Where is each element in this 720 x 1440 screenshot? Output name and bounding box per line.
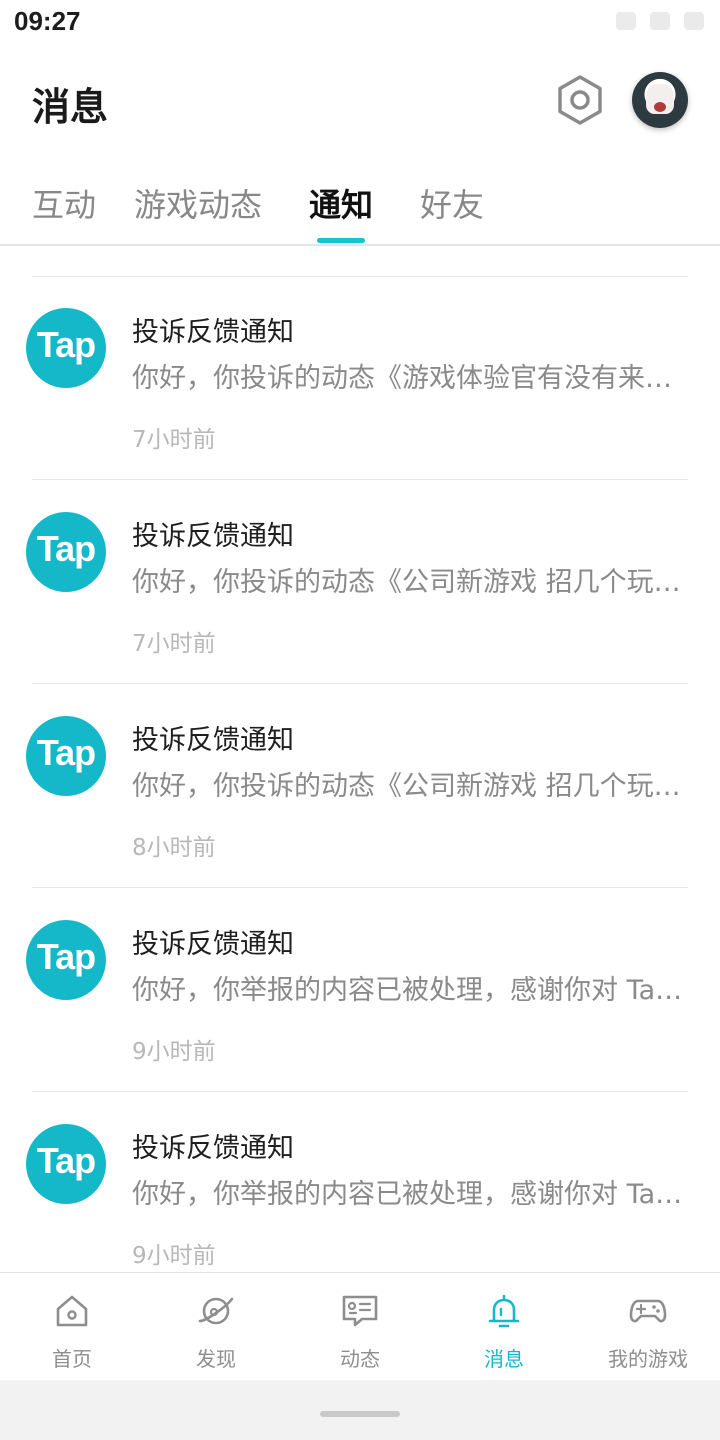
nav-messages[interactable]: 消息 [432,1273,576,1381]
notification-time: 9小时前 [132,1243,216,1269]
notification-time: 8小时前 [132,835,216,861]
nav-label: 消息 [484,1347,524,1371]
wifi-icon [650,12,670,30]
tab-game-updates[interactable]: 游戏动态 [134,180,262,226]
notification-title: 投诉反馈通知 [132,521,294,552]
tab-friends[interactable]: 好友 [420,180,484,226]
notification-item[interactable]: Tap 投诉反馈通知 你好，你投诉的动态《公司新游戏 招几个玩家体验》已被处理 … [0,480,720,684]
settings-button[interactable] [554,74,606,126]
notification-body: 你好，你投诉的动态《游戏体验官有没有来一起玩游戏的》已被处理 [132,363,688,394]
nav-label: 我的游戏 [608,1347,688,1371]
nav-label: 发现 [196,1347,236,1371]
notification-item[interactable]: Tap 投诉反馈通知 你好，你投诉的动态《公司新游戏 招几个玩家体验》已被处理 … [0,684,720,888]
feed-icon [342,1295,378,1327]
notification-item[interactable]: Tap 投诉反馈通知 你好，你举报的内容已被处理，感谢你对 TapTap 社区的… [0,888,720,1092]
avatar[interactable] [632,72,688,128]
battery-icon [684,12,704,30]
tab-bar: 互动 游戏动态 通知 好友 [0,170,720,246]
notification-item[interactable]: Tap 投诉反馈通知 你好，你举报的内容已被处理，感谢你对 TapTap 社区的… [0,1092,720,1296]
gamepad-icon [629,1299,667,1323]
notification-time: 7小时前 [132,427,216,453]
nav-feed[interactable]: 动态 [288,1273,432,1381]
tap-logo: Tap [26,1124,106,1204]
status-icons [616,12,704,30]
nav-label: 首页 [52,1347,92,1371]
page-title: 消息 [32,85,109,129]
notification-title: 投诉反馈通知 [132,929,294,960]
planet-icon [198,1297,234,1325]
notification-body: 你好，你举报的内容已被处理，感谢你对 TapTap 社区的支持 [132,975,688,1006]
tab-interaction[interactable]: 互动 [32,180,96,226]
notification-time: 7小时前 [132,631,216,657]
nav-my-games[interactable]: 我的游戏 [576,1273,720,1381]
header: 消息 [0,60,720,144]
notification-body: 你好，你投诉的动态《公司新游戏 招几个玩家体验》已被处理 [132,771,688,802]
notification-item[interactable]: Tap 投诉反馈通知 你好，你投诉的动态《游戏体验官有没有来一起玩游戏的》已被处… [0,276,720,480]
status-time: 09:27 [14,6,81,36]
bell-icon [488,1294,520,1328]
nav-home[interactable]: 首页 [0,1273,144,1381]
active-tab-indicator [317,238,365,243]
notification-title: 投诉反馈通知 [132,317,294,348]
status-bar: 09:27 [0,0,720,44]
tap-logo-text: Tap [36,1140,96,1181]
notification-body: 你好，你举报的内容已被处理，感谢你对 TapTap 社区的支持 [132,1179,688,1210]
notification-title: 投诉反馈通知 [132,1133,294,1164]
tap-logo: Tap [26,716,106,796]
gear-icon [558,75,602,125]
tap-logo-text: Tap [36,528,96,569]
notification-time: 9小时前 [132,1039,216,1065]
nav-discover[interactable]: 发现 [144,1273,288,1381]
tap-logo-text: Tap [36,324,96,365]
tap-logo: Tap [26,920,106,1000]
gesture-area [0,1380,720,1440]
tap-logo-text: Tap [36,732,96,773]
notification-title: 投诉反馈通知 [132,725,294,756]
home-indicator[interactable] [320,1411,400,1417]
tap-logo: Tap [26,512,106,592]
tab-notifications[interactable]: 通知 [309,180,373,226]
tap-logo-text: Tap [36,936,96,977]
signal-icon [616,12,636,30]
tap-logo: Tap [26,308,106,388]
notification-body: 你好，你投诉的动态《公司新游戏 招几个玩家体验》已被处理 [132,567,688,598]
bottom-nav: 首页 发现 动态 消息 我的游戏 [0,1272,720,1380]
home-icon [56,1295,88,1327]
nav-label: 动态 [340,1347,380,1371]
avatar-detail [654,102,666,112]
